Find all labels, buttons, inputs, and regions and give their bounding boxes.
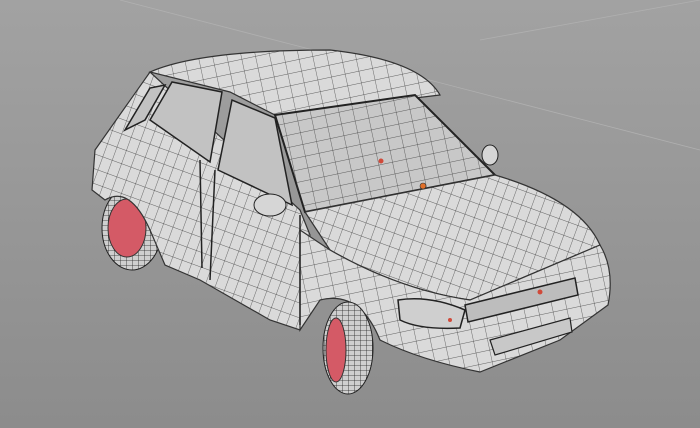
front-rim (325, 317, 347, 383)
vertex-marker[interactable] (378, 158, 384, 164)
vertex-marker[interactable] (537, 289, 543, 295)
vertex-marker[interactable] (419, 182, 427, 190)
vertex-marker[interactable] (448, 318, 452, 322)
right-mirror (481, 144, 499, 166)
3d-viewport[interactable] (0, 0, 700, 428)
left-mirror (253, 193, 287, 217)
front-wheel[interactable] (322, 301, 374, 395)
